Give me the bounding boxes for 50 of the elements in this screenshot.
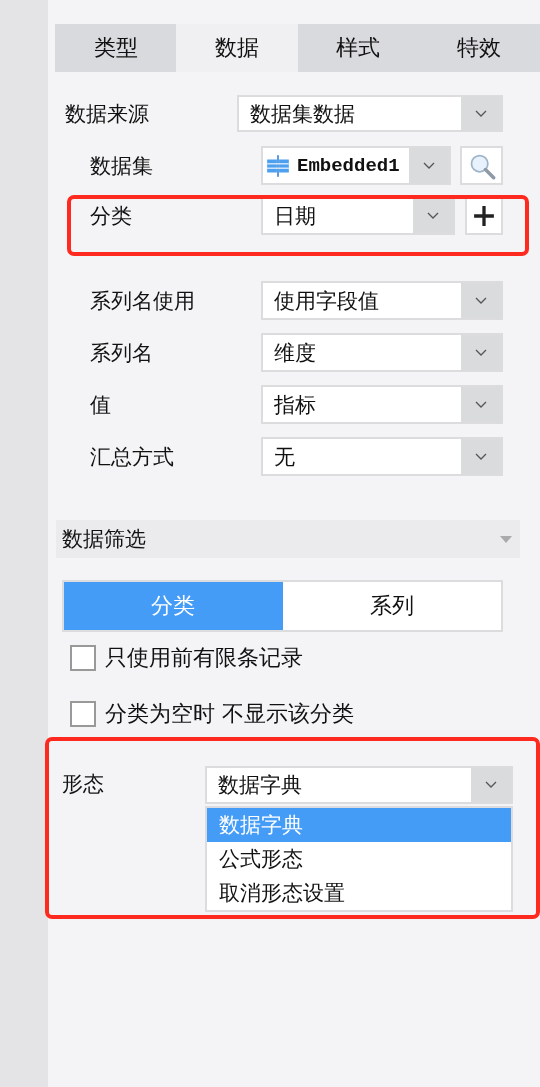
dropdown[interactable]: 维度: [261, 333, 503, 372]
field-label: 系列名使用: [90, 287, 196, 315]
checkbox-label: 只使用前有限条记录: [105, 644, 303, 672]
field-label: 系列名: [90, 339, 154, 367]
chevron-down-icon: [409, 148, 449, 183]
section-title: 数据筛选: [62, 526, 146, 553]
dropdown[interactable]: 指标: [261, 385, 503, 424]
tab[interactable]: 类型: [55, 24, 177, 72]
dropdown-value: 指标: [273, 391, 317, 419]
menu-option[interactable]: 公式形态: [207, 842, 511, 876]
tab[interactable]: 数据: [176, 24, 298, 72]
chevron-down-icon: [461, 283, 501, 318]
field-label: 汇总方式: [90, 443, 175, 471]
dropdown-value: 无: [273, 443, 296, 471]
dropdown[interactable]: 日期: [261, 197, 455, 235]
checkbox[interactable]: [70, 645, 96, 671]
chevron-down-icon: [461, 97, 501, 130]
dropdown[interactable]: 使用字段值: [261, 281, 503, 320]
checkbox-label: 分类为空时 不显示该分类: [105, 700, 354, 728]
add-button[interactable]: [465, 197, 503, 235]
tab[interactable]: 特效: [418, 24, 540, 72]
search-button[interactable]: [460, 146, 503, 185]
dropdown-value: 使用字段值: [273, 287, 380, 315]
field-label: 形态: [62, 771, 105, 798]
dropdown[interactable]: 数据集数据: [237, 95, 503, 132]
plus-icon: [473, 205, 495, 227]
section-header[interactable]: 数据筛选: [56, 520, 520, 558]
dropdown-value: 维度: [273, 339, 317, 367]
tab[interactable]: 样式: [297, 24, 419, 72]
dropdown-value: 数据集数据: [249, 100, 356, 128]
chevron-down-icon: [461, 439, 501, 474]
field-label: 分类: [90, 203, 133, 230]
menu-option[interactable]: 取消形态设置: [207, 876, 511, 910]
chevron-down-icon: [461, 387, 501, 422]
field-label: 数据来源: [65, 100, 150, 128]
chevron-down-icon: [413, 199, 453, 233]
table-icon: [265, 152, 291, 179]
dropdown[interactable]: 数据字典: [205, 766, 513, 804]
dropdown-value: Embedded1: [296, 153, 401, 179]
dropdown-value: 日期: [273, 203, 317, 230]
dropdown[interactable]: Embedded1: [261, 146, 451, 185]
field-label: 数据集: [90, 152, 154, 180]
segment-tab[interactable]: 系列: [282, 582, 501, 630]
field-label: 值: [90, 391, 112, 419]
chevron-down-icon: [461, 335, 501, 370]
collapse-triangle-icon: [500, 535, 512, 543]
checkbox[interactable]: [70, 701, 96, 727]
dropdown-value: 数据字典: [217, 772, 303, 799]
chevron-down-icon: [471, 768, 511, 802]
dropdown[interactable]: 无: [261, 437, 503, 476]
